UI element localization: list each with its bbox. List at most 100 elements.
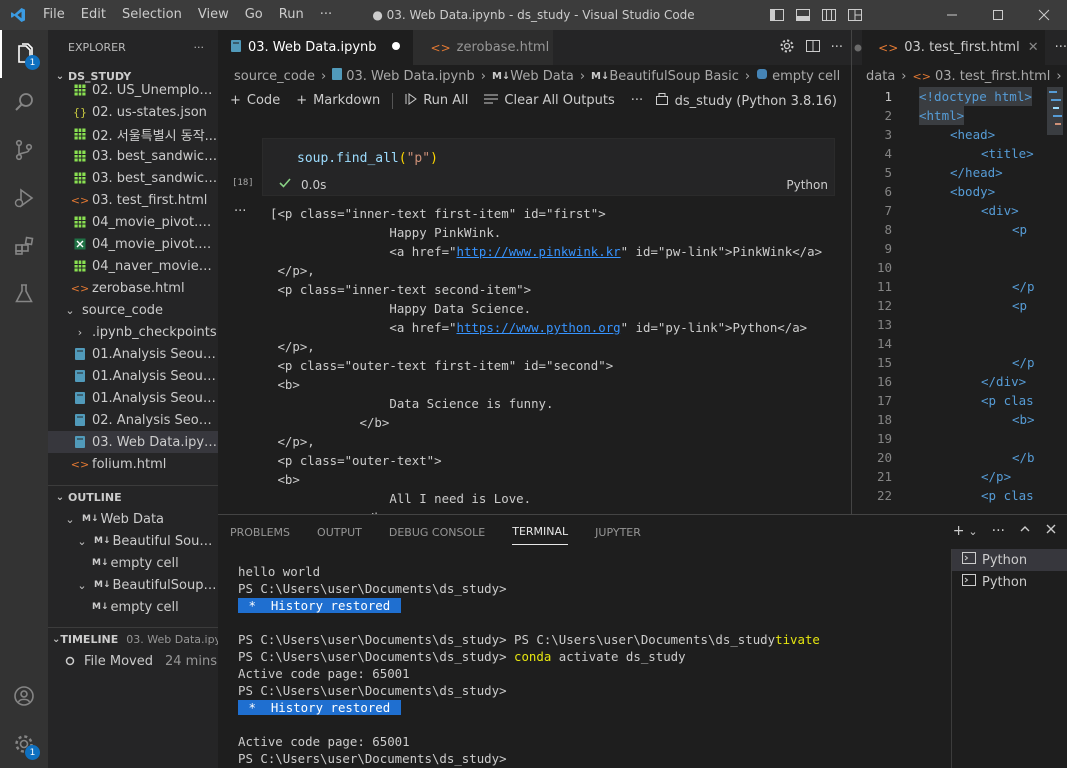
- item-label: 01.Analysis Seoul CC...: [92, 390, 218, 406]
- list-item[interactable]: 04_movie_pivot.xlsx: [48, 233, 218, 255]
- output-link[interactable]: https://www.python.org: [457, 320, 621, 335]
- more-actions-icon[interactable]: ···: [1055, 30, 1067, 65]
- list-item[interactable]: 04_movie_pivot.csv: [48, 211, 218, 233]
- toggle-panel-icon[interactable]: [795, 7, 811, 23]
- timeline-header[interactable]: ⌄ TIMELINE 03. Web Data.ipy...: [48, 628, 218, 650]
- source-control-activity[interactable]: [0, 126, 48, 174]
- search-activity[interactable]: [0, 78, 48, 126]
- list-item[interactable]: 01.Analysis Seoul CC...: [48, 365, 218, 387]
- outline-item[interactable]: M↓ empty cell: [48, 596, 218, 618]
- minimap[interactable]: [1033, 87, 1063, 514]
- list-item[interactable]: 02. US_Unemploym...: [48, 79, 218, 101]
- clear-outputs-button[interactable]: Clear All Outputs: [484, 93, 615, 109]
- menu-item[interactable]: Run: [271, 0, 312, 30]
- panel-tab[interactable]: JUPYTER: [595, 520, 641, 545]
- menu-item[interactable]: Edit: [73, 0, 114, 30]
- close-window-icon[interactable]: [1021, 0, 1067, 30]
- button-label: Code: [246, 93, 281, 108]
- list-item[interactable]: 03. best_sandwiches...: [48, 145, 218, 167]
- tab-web-data-notebook[interactable]: 03. Web Data.ipynb: [218, 30, 413, 65]
- settings-gear-icon[interactable]: [779, 38, 795, 58]
- code-cell[interactable]: soup.find_all("p") 0.0s Python: [262, 138, 835, 196]
- cell-code[interactable]: soup.find_all("p"): [297, 151, 438, 166]
- more-actions-icon[interactable]: ···: [831, 40, 843, 55]
- list-item[interactable]: 03. Web Data.ipynb: [48, 431, 218, 453]
- cell-language[interactable]: Python: [786, 178, 828, 192]
- add-code-cell-button[interactable]: + Code: [230, 93, 280, 108]
- list-item[interactable]: <> zerobase.html: [48, 277, 218, 299]
- list-item[interactable]: <> folium.html: [48, 453, 218, 475]
- terminal-instance[interactable]: Python: [952, 571, 1067, 593]
- menu-item[interactable]: Selection: [114, 0, 190, 30]
- list-item[interactable]: 01.Analysis Seoul CC...: [48, 343, 218, 365]
- unsaved-dot-icon[interactable]: [391, 40, 401, 55]
- panel-tab[interactable]: OUTPUT: [317, 520, 362, 545]
- minimize-icon[interactable]: [929, 0, 975, 30]
- extensions-activity[interactable]: [0, 222, 48, 270]
- cell-status: 0.0s: [279, 177, 326, 192]
- tab-test-first-html[interactable]: <> 03. test_first.html ✕: [862, 30, 1045, 65]
- output-link[interactable]: http://www.pinkwink.kr: [457, 244, 621, 259]
- chevron-down-icon[interactable]: ⌄: [968, 525, 977, 539]
- outline-item[interactable]: M↓ empty cell: [48, 552, 218, 574]
- menu-item[interactable]: ···: [312, 0, 340, 30]
- split-editor-icon[interactable]: [805, 38, 821, 58]
- manage-activity[interactable]: 1: [0, 720, 48, 768]
- outline-item[interactable]: ⌄ M↓ Beautiful Soup ...: [48, 530, 218, 552]
- list-item[interactable]: {} 02. us-states.json: [48, 101, 218, 123]
- panel-tab[interactable]: TERMINAL: [512, 519, 569, 545]
- more-actions-icon[interactable]: ···: [992, 523, 1005, 539]
- list-item[interactable]: 02. 서울특별시 동작...: [48, 123, 218, 145]
- list-item[interactable]: 02. Analysis Seoul Cr...: [48, 409, 218, 431]
- list-item[interactable]: 01.Analysis Seoul CC...: [48, 387, 218, 409]
- toggle-secondary-sidebar-icon[interactable]: [821, 7, 837, 23]
- csv-file-icon: [72, 148, 88, 164]
- html-file-icon: <>: [430, 40, 451, 55]
- list-item[interactable]: 04_naver_movie_raw...: [48, 255, 218, 277]
- tab-label: 03. Web Data.ipynb: [248, 40, 377, 55]
- terminal-instance[interactable]: Python: [952, 549, 1067, 571]
- customize-layout-icon[interactable]: [847, 7, 863, 23]
- menu-item[interactable]: View: [190, 0, 237, 30]
- testing-activity[interactable]: [0, 270, 48, 318]
- timeline-item[interactable]: File Moved 24 mins: [48, 650, 218, 672]
- kernel-picker[interactable]: ds_study (Python 3.8.16): [655, 92, 837, 110]
- list-item[interactable]: 03. best_sandwiches...: [48, 167, 218, 189]
- panel-tab[interactable]: PROBLEMS: [230, 520, 290, 545]
- breadcrumb-item[interactable]: source_code: [234, 69, 315, 84]
- outline-item[interactable]: ⌄ M↓ BeautifulSoup ...: [48, 574, 218, 596]
- breadcrumb-item[interactable]: empty cell: [772, 69, 840, 84]
- list-item[interactable]: › .ipynb_checkpoints: [48, 321, 218, 343]
- explorer-activity[interactable]: 1: [0, 30, 48, 78]
- menu-item[interactable]: File: [35, 0, 73, 30]
- tab-zerobase-html[interactable]: <> zerobase.html: [412, 30, 553, 65]
- outline-item[interactable]: ⌄ M↓ Web Data: [48, 508, 218, 530]
- toolbar-more-button[interactable]: ···: [631, 93, 643, 108]
- toggle-sidebar-icon[interactable]: [769, 7, 785, 23]
- markdown-icon: M↓: [92, 558, 109, 568]
- output-more-icon[interactable]: ···: [234, 204, 246, 219]
- run-debug-activity[interactable]: [0, 174, 48, 222]
- breadcrumb-item[interactable]: 03. Web Data.ipynb: [346, 69, 475, 84]
- menu-item[interactable]: Go: [237, 0, 271, 30]
- breadcrumb-item[interactable]: 03. test_first.html: [935, 69, 1050, 84]
- new-terminal-icon[interactable]: +: [953, 523, 965, 539]
- add-markdown-cell-button[interactable]: + Markdown: [296, 93, 380, 108]
- notebook-file-icon: [72, 412, 88, 428]
- close-tab-icon[interactable]: ✕: [1028, 40, 1039, 55]
- maximize-panel-icon[interactable]: [1019, 523, 1031, 539]
- panel-tab[interactable]: DEBUG CONSOLE: [389, 520, 485, 545]
- maximize-icon[interactable]: [975, 0, 1021, 30]
- explorer-more-button[interactable]: ···: [194, 41, 205, 54]
- accounts-activity[interactable]: [0, 672, 48, 720]
- list-item[interactable]: <> 03. test_first.html: [48, 189, 218, 211]
- terminal-output[interactable]: hello world PS C:\Users\user\Documents\ds…: [238, 563, 943, 767]
- breadcrumb-item[interactable]: data: [866, 69, 895, 84]
- breadcrumb-item[interactable]: Web Data: [510, 69, 574, 84]
- markdown-icon: M↓: [491, 70, 511, 82]
- run-all-button[interactable]: Run All: [405, 92, 468, 109]
- close-panel-icon[interactable]: [1045, 523, 1057, 539]
- outline-header[interactable]: ⌄ OUTLINE: [48, 486, 218, 508]
- breadcrumb-item[interactable]: BeautifulSoup Basic: [609, 69, 739, 84]
- list-item[interactable]: ⌄ source_code: [48, 299, 218, 321]
